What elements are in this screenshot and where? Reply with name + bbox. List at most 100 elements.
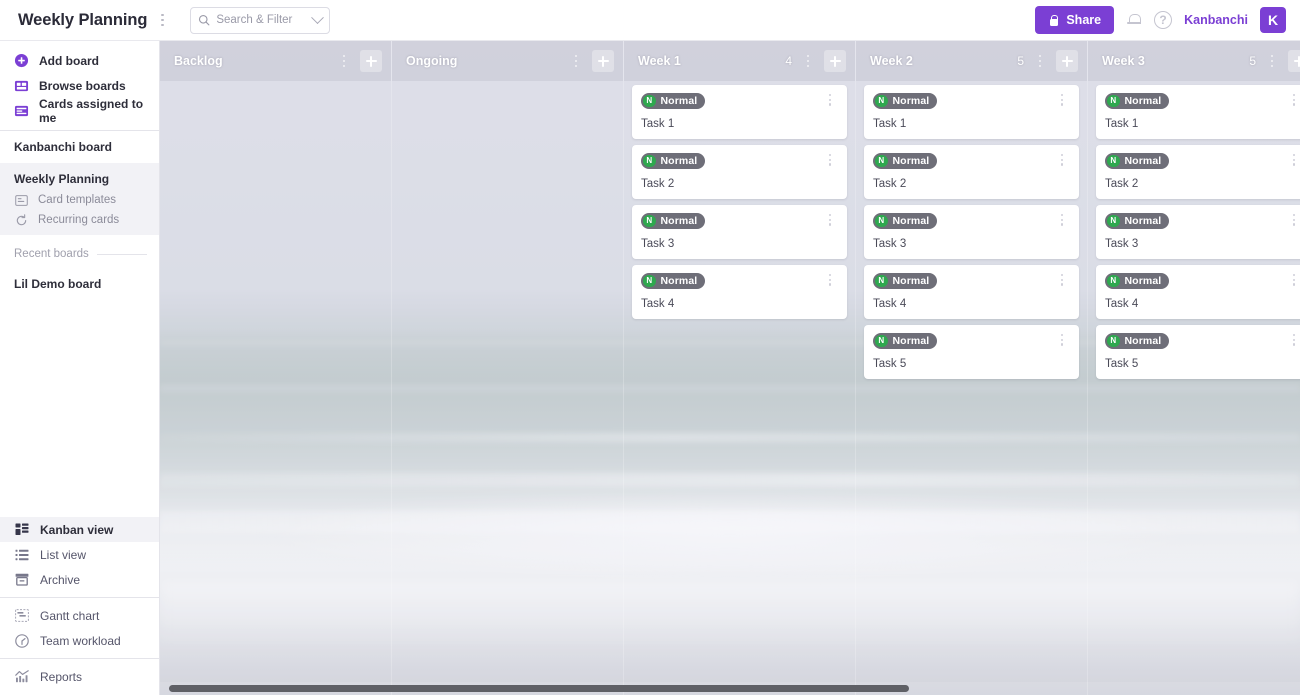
- user-name[interactable]: Kanbanchi: [1184, 13, 1248, 27]
- avatar[interactable]: K: [1260, 7, 1286, 33]
- kanbanchi-app: Weekly Planning Search & Filter Share ? …: [0, 0, 1300, 695]
- card-menu-icon[interactable]: [1286, 273, 1300, 286]
- card-menu-icon[interactable]: [822, 93, 838, 106]
- sidebar-item-gantt-chart[interactable]: Gantt chart: [0, 603, 159, 628]
- card-header: N Normal: [1105, 153, 1300, 169]
- kanban-card[interactable]: N Normal Task 5: [1096, 325, 1300, 379]
- card-menu-icon[interactable]: [1054, 213, 1070, 226]
- sidebar-view-label: Team workload: [40, 633, 121, 648]
- kanban-card[interactable]: N Normal Task 4: [632, 265, 847, 319]
- board-horizontal-scrollbar-thumb[interactable]: [169, 685, 909, 692]
- card-header: N Normal: [873, 153, 1070, 169]
- sidebar-item-team-workload[interactable]: Team workload: [0, 628, 159, 653]
- add-card-button[interactable]: [592, 50, 614, 72]
- kanban-card[interactable]: N Normal Task 2: [1096, 145, 1300, 199]
- kanban-card[interactable]: N Normal Task 3: [1096, 205, 1300, 259]
- sidebar-item-cards-assigned-to-me[interactable]: Cards assigned to me: [0, 96, 159, 125]
- sidebar-sub-item-label: Card templates: [38, 194, 116, 206]
- card-title: Task 5: [1105, 358, 1139, 370]
- card-menu-icon[interactable]: [822, 153, 838, 166]
- sidebar-item-browse-boards[interactable]: Browse boards: [0, 73, 159, 98]
- board-title-menu-icon[interactable]: [154, 13, 170, 27]
- priority-badge-label: Normal: [660, 155, 698, 167]
- add-card-button[interactable]: [1288, 50, 1300, 72]
- column-menu-icon[interactable]: [336, 54, 352, 68]
- card-menu-icon[interactable]: [1054, 333, 1070, 346]
- sidebar-board-weekly-planning[interactable]: Weekly Planning: [0, 163, 159, 190]
- column-title: Week 2: [870, 54, 913, 68]
- kanban-card[interactable]: N Normal Task 3: [864, 205, 1079, 259]
- card-menu-icon[interactable]: [1286, 153, 1300, 166]
- top-bar: Weekly Planning Search & Filter Share ? …: [0, 0, 1300, 41]
- sidebar-view-label: Kanban view: [40, 522, 114, 537]
- add-card-button[interactable]: [360, 50, 382, 72]
- kanban-card[interactable]: N Normal Task 2: [864, 145, 1079, 199]
- sidebar-item-list-view[interactable]: List view: [0, 542, 159, 567]
- sidebar: Add board Browse boards Cards assigned t…: [0, 41, 160, 695]
- column-menu-icon[interactable]: [800, 54, 816, 68]
- sidebar-item-kanban-view[interactable]: Kanban view: [0, 517, 159, 542]
- card-header: N Normal: [641, 93, 838, 109]
- card-header: N Normal: [873, 93, 1070, 109]
- priority-badge: N Normal: [873, 93, 938, 109]
- card-title: Task 3: [1105, 238, 1139, 250]
- sidebar-item-reports[interactable]: Reports: [0, 664, 159, 689]
- card-menu-icon[interactable]: [822, 213, 838, 226]
- help-circle-icon[interactable]: ?: [1154, 11, 1173, 29]
- column-card-list: N Normal Task 1 N Normal Task 2 N Normal Task 3N…: [624, 81, 855, 319]
- board-horizontal-scrollbar[interactable]: [160, 682, 1300, 695]
- card-menu-icon[interactable]: [1054, 273, 1070, 286]
- kanban-card[interactable]: N Normal Task 3: [632, 205, 847, 259]
- column-menu-icon[interactable]: [1264, 54, 1280, 68]
- priority-badge: N Normal: [641, 213, 706, 229]
- column-header: Ongoing: [392, 41, 623, 81]
- column-menu-icon[interactable]: [1032, 54, 1048, 68]
- kanban-card[interactable]: N Normal Task 4: [864, 265, 1079, 319]
- kanban-card[interactable]: N Normal Task 1: [864, 85, 1079, 139]
- card-header: N Normal: [873, 333, 1070, 349]
- priority-badge-label: Normal: [1124, 95, 1162, 107]
- card-header: N Normal: [1105, 93, 1300, 109]
- priority-badge-letter: N: [643, 94, 656, 108]
- sidebar-item-label: Browse boards: [39, 78, 126, 93]
- kanban-card[interactable]: N Normal Task 2: [632, 145, 847, 199]
- card-title: Task 2: [873, 178, 907, 190]
- sidebar-board-lil-demo-board[interactable]: Lil Demo board: [0, 268, 159, 300]
- card-menu-icon[interactable]: [1054, 153, 1070, 166]
- column-card-count: 5: [1017, 54, 1024, 68]
- sidebar-item-archive[interactable]: Archive: [0, 567, 159, 592]
- kanban-card[interactable]: N Normal Task 4: [1096, 265, 1300, 319]
- search-input[interactable]: Search & Filter: [190, 6, 331, 34]
- priority-badge-label: Normal: [892, 275, 930, 287]
- card-title: Task 1: [873, 118, 907, 130]
- card-title: Task 2: [641, 178, 675, 190]
- chevron-down-icon[interactable]: [311, 10, 325, 24]
- priority-badge-label: Normal: [660, 95, 698, 107]
- sidebar-item-add-board[interactable]: Add board: [0, 48, 159, 73]
- recent-boards-label: Recent boards: [14, 248, 89, 260]
- kanban-card[interactable]: N Normal Task 5: [864, 325, 1079, 379]
- sidebar-item-recurring-cards[interactable]: Recurring cards: [0, 210, 159, 230]
- card-menu-icon[interactable]: [1286, 333, 1300, 346]
- column-menu-icon[interactable]: [568, 54, 584, 68]
- card-header: N Normal: [641, 153, 838, 169]
- bell-icon[interactable]: [1126, 12, 1142, 29]
- card-menu-icon[interactable]: [1054, 93, 1070, 106]
- sidebar-item-label: Cards assigned to me: [39, 96, 144, 125]
- card-menu-icon[interactable]: [1286, 93, 1300, 106]
- add-card-button[interactable]: [1056, 50, 1078, 72]
- column-title: Ongoing: [406, 54, 458, 68]
- kanban-card[interactable]: N Normal Task 1: [1096, 85, 1300, 139]
- sidebar-board-kanbanchi-board[interactable]: Kanbanchi board: [0, 131, 159, 163]
- sidebar-item-card-templates[interactable]: Card templates: [0, 190, 159, 210]
- add-card-button[interactable]: [824, 50, 846, 72]
- share-button[interactable]: Share: [1035, 6, 1115, 34]
- priority-badge: N Normal: [873, 153, 938, 169]
- card-menu-icon[interactable]: [822, 273, 838, 286]
- kanban-card[interactable]: N Normal Task 1: [632, 85, 847, 139]
- priority-badge-letter: N: [1107, 214, 1120, 228]
- sidebar-views-divider: [0, 597, 159, 598]
- priority-badge-label: Normal: [892, 215, 930, 227]
- priority-badge: N Normal: [641, 153, 706, 169]
- card-menu-icon[interactable]: [1286, 213, 1300, 226]
